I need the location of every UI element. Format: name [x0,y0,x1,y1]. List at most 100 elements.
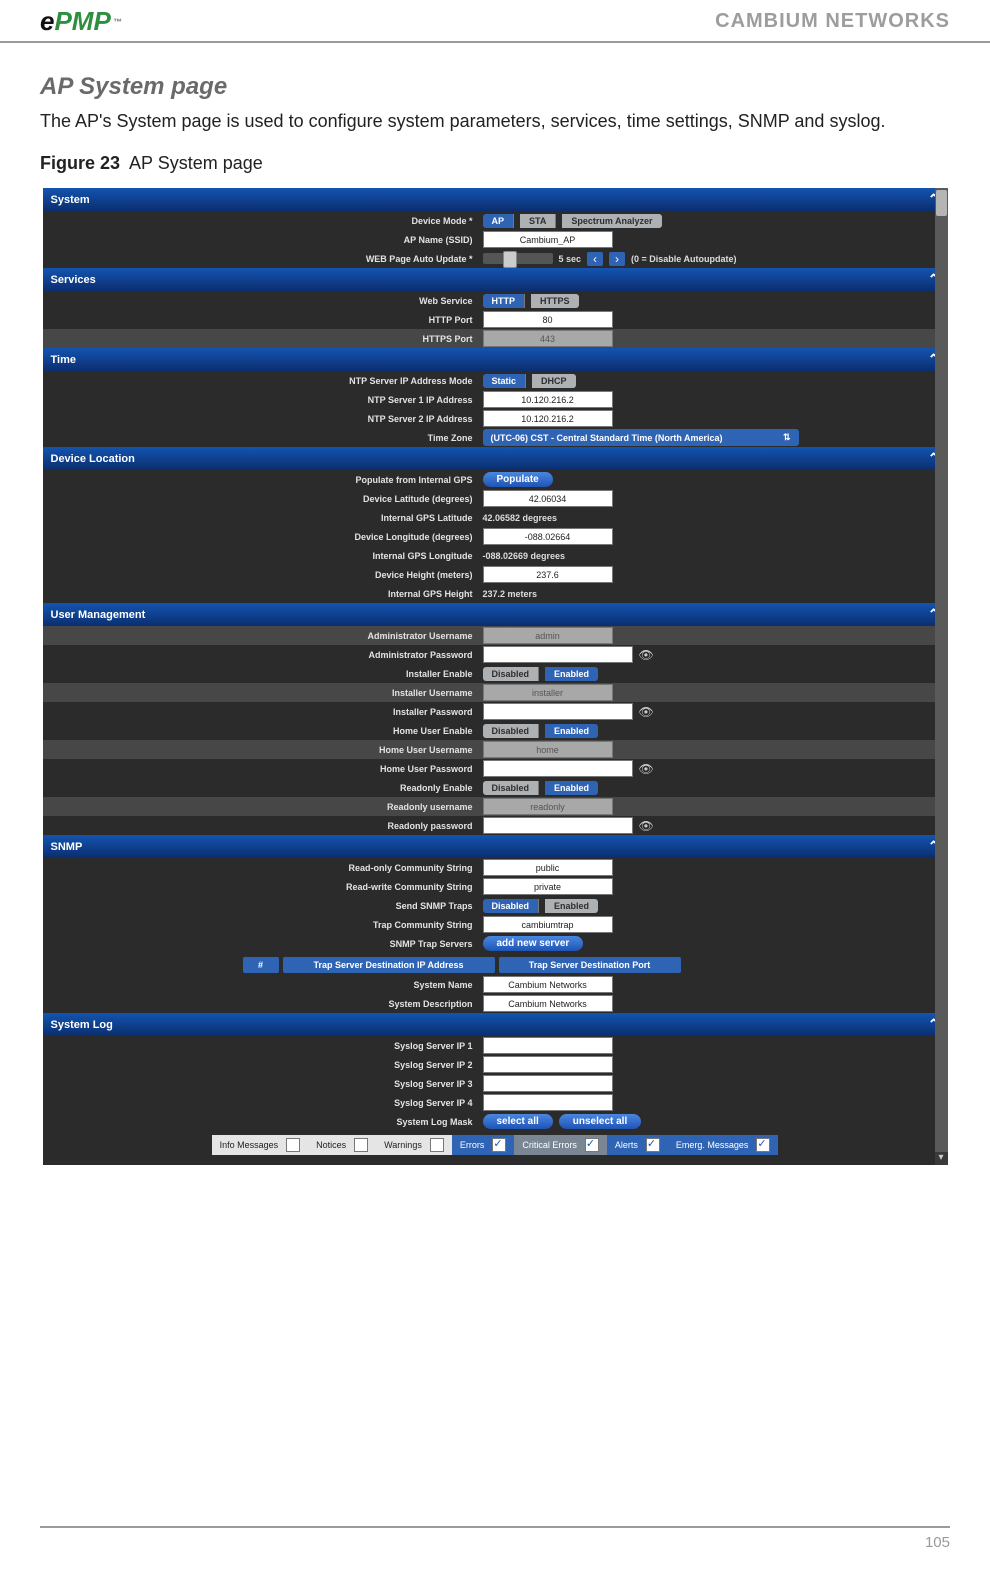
syslog-s3-input[interactable] [483,1075,613,1092]
lat-input[interactable] [483,490,613,507]
admin-pw-label: Administrator Password [43,650,483,660]
opt-dhcp[interactable]: DHCP [532,374,576,388]
panel-header-services[interactable]: Services ⌃ [43,268,948,291]
device-mode-toggle[interactable]: AP STA Spectrum Analyzer [483,214,662,228]
figure-caption: AP System page [129,153,263,173]
tz-select[interactable]: (UTC-06) CST - Central Standard Time (No… [483,429,799,446]
ntp-s2-input[interactable] [483,410,613,427]
ro-enable-label: Readonly Enable [43,783,483,793]
syslog-s4-label: Syslog Server IP 4 [43,1098,483,1108]
ro-comm-label: Read-only Community String [43,863,483,873]
lon-label: Device Longitude (degrees) [43,532,483,542]
panel-header-syslog[interactable]: System Log ⌃ [43,1013,948,1036]
panel-header-time[interactable]: Time ⌃ [43,348,948,371]
sysdesc-input[interactable] [483,995,613,1012]
inst-pw-label: Installer Password [43,707,483,717]
col-port: Trap Server Destination Port [499,957,681,973]
unselect-all-button[interactable]: unselect all [559,1114,641,1129]
sysname-input[interactable] [483,976,613,993]
log-cat-errors[interactable]: Errors [452,1135,515,1155]
select-all-button[interactable]: select all [483,1114,553,1129]
trap-comm-input[interactable] [483,916,613,933]
inst-enable-label: Installer Enable [43,669,483,679]
opt-enabled[interactable]: Enabled [545,899,598,913]
inst-user-label: Installer Username [43,688,483,698]
add-server-button[interactable]: add new server [483,936,584,951]
height-input[interactable] [483,566,613,583]
trap-table-header: # Trap Server Destination IP Address Tra… [243,957,948,973]
inst-enable-toggle[interactable]: Disabled Enabled [483,667,599,681]
admin-user-label: Administrator Username [43,631,483,641]
panel-header-system[interactable]: System ⌃ [43,188,948,211]
device-mode-sa[interactable]: Spectrum Analyzer [562,214,661,228]
log-cat-emerg-messages[interactable]: Emerg. Messages [668,1135,779,1155]
log-cat-notices[interactable]: Notices [308,1135,376,1155]
checkbox[interactable] [430,1138,444,1152]
populate-button[interactable]: Populate [483,472,553,487]
opt-enabled[interactable]: Enabled [545,667,598,681]
checkbox[interactable] [585,1138,599,1152]
scroll-thumb[interactable] [936,190,947,216]
log-cat-warnings[interactable]: Warnings [376,1135,452,1155]
brand-tm: ™ [113,17,122,27]
ntp-s1-input[interactable] [483,391,613,408]
opt-static[interactable]: Static [483,374,527,388]
increment-button[interactable]: › [609,252,625,266]
decrement-button[interactable]: ‹ [587,252,603,266]
traps-toggle[interactable]: Disabled Enabled [483,899,599,913]
eye-icon[interactable]: 👁 [639,762,654,776]
device-mode-ap[interactable]: AP [483,214,515,228]
gps-lat-label: Internal GPS Latitude [43,513,483,523]
eye-icon[interactable]: 👁 [639,705,654,719]
web-service-toggle[interactable]: HTTP HTTPS [483,294,579,308]
inst-pw-input[interactable] [483,703,633,720]
log-cat-label: Info Messages [220,1140,279,1150]
scrollbar[interactable]: ▾ [935,188,948,1165]
admin-pw-input[interactable] [483,646,633,663]
opt-disabled[interactable]: Disabled [483,781,540,795]
log-cat-critical-errors[interactable]: Critical Errors [514,1135,607,1155]
checkbox[interactable] [646,1138,660,1152]
lon-input[interactable] [483,528,613,545]
checkbox[interactable] [354,1138,368,1152]
log-cat-alerts[interactable]: Alerts [607,1135,668,1155]
opt-http[interactable]: HTTP [483,294,526,308]
ap-system-screenshot: ▾ System ⌃ Device Mode * AP STA Spectrum… [43,188,948,1165]
opt-https[interactable]: HTTPS [531,294,579,308]
checkbox[interactable] [492,1138,506,1152]
home-enable-toggle[interactable]: Disabled Enabled [483,724,599,738]
device-mode-sta[interactable]: STA [520,214,556,228]
opt-enabled[interactable]: Enabled [545,724,598,738]
checkbox[interactable] [286,1138,300,1152]
ro-pw-label: Readonly password [43,821,483,831]
home-pw-input[interactable] [483,760,633,777]
syslog-s2-input[interactable] [483,1056,613,1073]
panel-title: Device Location [51,453,135,465]
gps-lat-value: 42.06582 degrees [483,513,558,523]
http-port-input[interactable] [483,311,613,328]
ntp-mode-toggle[interactable]: Static DHCP [483,374,576,388]
syslog-s4-input[interactable] [483,1094,613,1111]
opt-disabled[interactable]: Disabled [483,899,540,913]
log-cat-info-messages[interactable]: Info Messages [212,1135,309,1155]
ro-enable-toggle[interactable]: Disabled Enabled [483,781,599,795]
opt-enabled[interactable]: Enabled [545,781,598,795]
rw-comm-input[interactable] [483,878,613,895]
panel-title: System Log [51,1019,113,1031]
checkbox[interactable] [756,1138,770,1152]
panel-header-location[interactable]: Device Location ⌃ [43,447,948,470]
ro-comm-input[interactable] [483,859,613,876]
panel-header-snmp[interactable]: SNMP ⌃ [43,835,948,858]
opt-disabled[interactable]: Disabled [483,724,540,738]
gps-lon-label: Internal GPS Longitude [43,551,483,561]
ro-pw-input[interactable] [483,817,633,834]
eye-icon[interactable]: 👁 [639,819,654,833]
syslog-s1-input[interactable] [483,1037,613,1054]
ap-name-input[interactable] [483,231,613,248]
panel-title: SNMP [51,841,83,853]
eye-icon[interactable]: 👁 [639,648,654,662]
panel-header-users[interactable]: User Management ⌃ [43,603,948,626]
opt-disabled[interactable]: Disabled [483,667,540,681]
auto-update-slider[interactable] [483,253,553,264]
scroll-down-icon[interactable]: ▾ [935,1152,948,1165]
